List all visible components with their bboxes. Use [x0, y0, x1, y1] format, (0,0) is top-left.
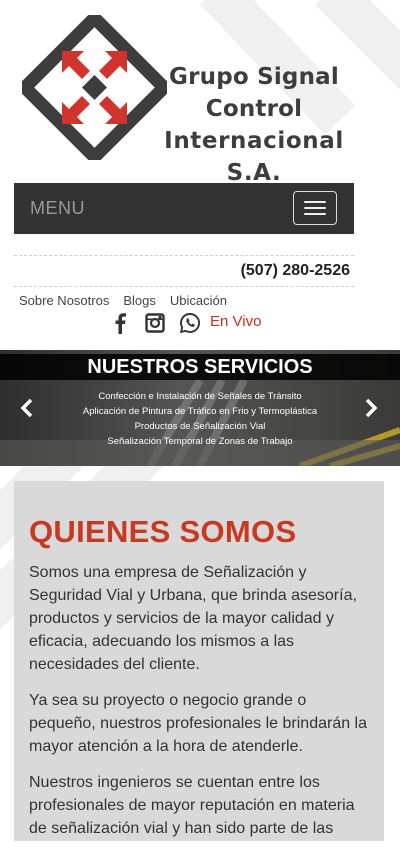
service-item[interactable]: Señalización Temporal de Zonas de Trabaj…: [0, 434, 400, 449]
about-text: Somos una empresa de Señalización y Segu…: [29, 561, 375, 853]
divider-bottom: [14, 286, 354, 287]
nav-link-ubicacion[interactable]: Ubicación: [170, 293, 227, 308]
services-list: Confección e Instalación de Señales de T…: [0, 389, 400, 449]
service-item[interactable]: Productos de Señalización Vial: [0, 419, 400, 434]
company-name: Grupo Signal Control Internacional S.A.: [136, 61, 372, 189]
services-slider: NUESTROS SERVICIOS Confección e Instalac…: [0, 350, 400, 466]
about-heading: QUIENES SOMOS: [29, 514, 297, 549]
about-paragraph: Ya sea su proyecto o negocio grande o pe…: [29, 692, 368, 755]
menu-label: MENU: [30, 198, 85, 218]
nav-link-blogs[interactable]: Blogs: [123, 293, 156, 308]
about-paragraph: Somos una empresa de Señalización y Segu…: [29, 564, 357, 673]
top-nav: Sobre Nosotros Blogs Ubicación: [19, 293, 241, 308]
menu-bar[interactable]: MENU: [14, 183, 354, 234]
instagram-icon[interactable]: [145, 312, 165, 334]
company-name-line1: Grupo Signal Control: [169, 64, 339, 122]
live-link[interactable]: En Vivo: [210, 313, 261, 330]
service-item[interactable]: Aplicación de Pintura de Tráfico en Frio…: [0, 404, 400, 419]
hamburger-icon[interactable]: [293, 191, 337, 225]
whatsapp-icon[interactable]: [179, 312, 201, 334]
service-item[interactable]: Confección e Instalación de Señales de T…: [0, 389, 400, 404]
facebook-icon[interactable]: [113, 312, 127, 334]
nav-link-sobre-nosotros[interactable]: Sobre Nosotros: [19, 293, 109, 308]
chevron-left-icon[interactable]: [18, 397, 36, 419]
phone-number[interactable]: (507) 280-2526: [200, 262, 350, 280]
services-title: NUESTROS SERVICIOS: [0, 354, 400, 380]
divider-top: [14, 255, 354, 256]
about-panel: QUIENES SOMOS Somos una empresa de Señal…: [14, 481, 384, 841]
chevron-right-icon[interactable]: [362, 397, 380, 419]
company-name-line2: Internacional S.A.: [164, 128, 344, 186]
company-logo[interactable]: Grupo Signal Control Internacional S.A.: [22, 15, 372, 186]
